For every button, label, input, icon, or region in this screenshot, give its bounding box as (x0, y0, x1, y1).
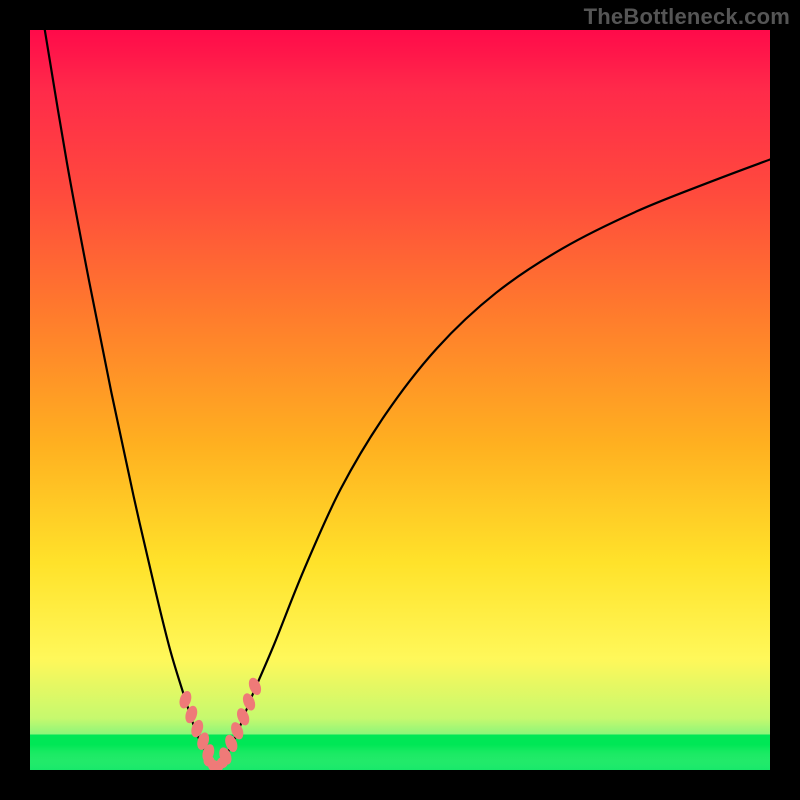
curve-layer (30, 30, 770, 770)
data-point-markers (177, 676, 263, 770)
right-branch-curve (215, 160, 770, 771)
left-branch-curve (45, 30, 215, 770)
data-point-marker (217, 757, 228, 768)
data-point-marker (246, 676, 263, 697)
plot-area (30, 30, 770, 770)
watermark-label: TheBottleneck.com (584, 4, 790, 30)
chart-frame: TheBottleneck.com (0, 0, 800, 800)
